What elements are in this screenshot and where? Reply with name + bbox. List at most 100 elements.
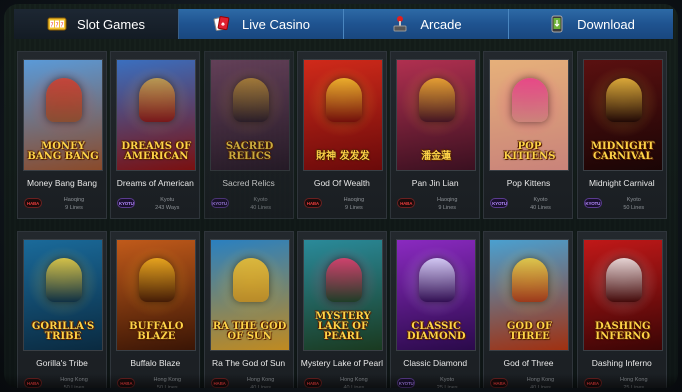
phone-download-icon <box>547 15 567 33</box>
game-card[interactable]: Buffalo BlazeBuffalo BlazeHABAHong Kong5… <box>110 231 201 388</box>
game-name[interactable]: Midnight Carnival <box>578 178 666 188</box>
game-name[interactable]: Ra The God of Sun <box>205 358 293 368</box>
provider-name: Kyoto <box>533 197 548 203</box>
game-logo-text: Money Bang Bang <box>27 141 99 162</box>
game-thumbnail[interactable]: 財神 发发发 <box>302 59 383 171</box>
svg-text:7: 7 <box>56 23 59 29</box>
paylines: 9 Lines <box>345 205 363 211</box>
game-thumbnail[interactable]: 潘金蓮 <box>396 59 477 171</box>
tab-slot-games[interactable]: 7 7 7 Slot Games <box>14 9 179 39</box>
tab-arcade[interactable]: Arcade <box>344 9 509 39</box>
game-name[interactable]: Pan Jin Lian <box>391 178 479 188</box>
provider-name: Kyotu <box>160 197 175 203</box>
game-card[interactable]: Dreams of American Dreams of American KYOT… <box>110 51 201 219</box>
game-card[interactable]: 財神 发发发 God Of Wealth HABA Haoqing 9 Lines <box>296 51 387 219</box>
game-name[interactable]: Gorilla's Tribe <box>18 358 106 368</box>
game-card[interactable]: 潘金蓮 Pan Jin Lian HABA Haoqing 9 Lines <box>390 51 481 219</box>
game-meta: Haoqing 9 Lines <box>46 196 102 212</box>
game-name[interactable]: Mystery Lake of Pearl <box>298 358 386 368</box>
game-thumbnail[interactable]: Mystery Lake of Pearl <box>302 239 383 351</box>
game-artwork <box>512 78 549 122</box>
game-card[interactable]: Mystery Lake of Pearl Mystery Lake of Pea… <box>296 231 387 388</box>
provider-logo: KYOTU <box>117 198 136 208</box>
game-artwork <box>46 258 82 302</box>
game-card[interactable]: God of ThreeGod of ThreeHABAHong Kong40 … <box>483 231 574 388</box>
game-logo-text: 潘金蓮 <box>421 151 452 162</box>
tab-download[interactable]: Download <box>509 9 673 39</box>
game-card[interactable]: Dashing InfernoDashing InfernoHABAHong K… <box>576 231 667 388</box>
paylines: 50 Lines <box>623 205 645 211</box>
playing-cards-icon: ♠ <box>212 16 232 32</box>
game-card[interactable]: Midnight Carnival Midnight Carnival KYOTU K… <box>576 51 667 219</box>
game-meta: Kyoto 40 Lines <box>233 196 289 212</box>
game-name[interactable]: Pop Kittens <box>484 178 572 188</box>
game-artwork <box>605 78 642 122</box>
game-name[interactable]: God of Three <box>484 358 572 368</box>
joystick-icon <box>390 16 410 32</box>
provider-logo: KYOTU <box>210 198 229 208</box>
paylines: 243 Ways <box>155 205 180 211</box>
game-card[interactable]: Pop Kittens Pop Kittens KYOTU Kyoto 40 Lines <box>483 51 574 219</box>
game-name[interactable]: Dreams of American <box>111 178 199 188</box>
game-logo-text: God of Three <box>506 321 553 342</box>
game-card[interactable]: Ra The God of SunRa The God of SunHABAHo… <box>203 231 294 388</box>
game-thumbnail[interactable]: Sacred Relics <box>209 59 290 171</box>
svg-text:7: 7 <box>61 23 64 29</box>
game-thumbnail[interactable]: Classic Diamond <box>396 239 477 351</box>
game-thumbnail[interactable]: Pop Kittens <box>489 59 570 171</box>
game-meta: Kyoto 40 Lines <box>512 196 568 212</box>
provider-logo: KYOTU <box>583 198 602 208</box>
game-thumbnail[interactable]: Ra The God of Sun <box>209 239 290 351</box>
provider-name: Haoqing <box>436 197 458 203</box>
game-name[interactable]: Classic Diamond <box>391 358 479 368</box>
game-logo-text: Classic Diamond <box>406 321 466 342</box>
game-logo-text: 財神 发发发 <box>316 151 370 162</box>
tab-label: Arcade <box>420 16 462 32</box>
game-thumbnail[interactable]: Money Bang Bang <box>23 59 103 171</box>
provider-name: Kyoto <box>253 197 268 203</box>
game-thumbnail[interactable]: Dashing Inferno <box>582 239 663 351</box>
paylines: 9 Lines <box>65 205 83 211</box>
game-thumbnail[interactable]: Buffalo Blaze <box>116 239 197 351</box>
game-name[interactable]: God Of Wealth <box>298 178 386 188</box>
game-name[interactable]: Buffalo Blaze <box>111 358 199 368</box>
provider-name: Haoqing <box>63 197 85 203</box>
tab-live-casino[interactable]: ♠ Live Casino <box>179 9 344 39</box>
game-artwork <box>419 78 456 122</box>
game-name[interactable]: Sacred Relics <box>205 178 293 188</box>
game-thumbnail[interactable]: Midnight Carnival <box>582 59 663 171</box>
svg-text:7: 7 <box>51 23 54 29</box>
provider-logo: HABA <box>397 198 416 208</box>
game-logo-text: Ra The God of Sun <box>212 321 287 342</box>
game-logo-text: Buffalo Blaze <box>129 321 184 342</box>
paylines: 9 Lines <box>438 205 457 211</box>
svg-text:♠: ♠ <box>221 21 225 28</box>
game-meta: Haoqing 9 Lines <box>419 196 475 212</box>
provider-name: Kyoto <box>626 197 641 203</box>
game-artwork <box>139 78 176 122</box>
game-name[interactable]: Dashing Inferno <box>578 358 666 368</box>
game-artwork <box>419 258 456 302</box>
game-card[interactable]: Money Bang Bang Money Bang Bang HABA Haoqin… <box>17 51 107 219</box>
game-thumbnail[interactable]: Dreams of American <box>116 59 197 171</box>
provider-logo: HABA <box>303 198 322 208</box>
tab-label: Slot Games <box>77 16 145 32</box>
bottom-fade <box>4 374 678 388</box>
game-card[interactable]: Gorilla's TribeGorilla's TribeHABAHong K… <box>17 231 107 388</box>
game-artwork <box>512 258 549 302</box>
game-name[interactable]: Money Bang Bang <box>18 178 106 188</box>
game-logo-text: Midnight Carnival <box>590 141 655 162</box>
game-card[interactable]: Sacred Relics Sacred Relics KYOTU Kyoto 40 L… <box>203 51 294 219</box>
game-card[interactable]: Classic DiamondClassic DiamondKYOTUKyoto… <box>390 231 481 388</box>
game-thumbnail[interactable]: God of Three <box>489 239 570 351</box>
game-lobby: 7 7 7 Slot Games ♠ Live Casino Arcade Download … <box>4 4 678 388</box>
game-meta: Kyoto 50 Lines <box>606 196 662 212</box>
game-artwork <box>139 258 176 302</box>
game-logo-text: Gorilla's Tribe <box>31 321 95 342</box>
paylines: 40 Lines <box>250 205 271 211</box>
paylines: 40 Lines <box>530 205 551 211</box>
provider-logo: KYOTU <box>490 198 509 208</box>
game-artwork <box>232 78 269 122</box>
game-logo-text: Dashing Inferno <box>595 321 651 342</box>
game-thumbnail[interactable]: Gorilla's Tribe <box>23 239 103 351</box>
